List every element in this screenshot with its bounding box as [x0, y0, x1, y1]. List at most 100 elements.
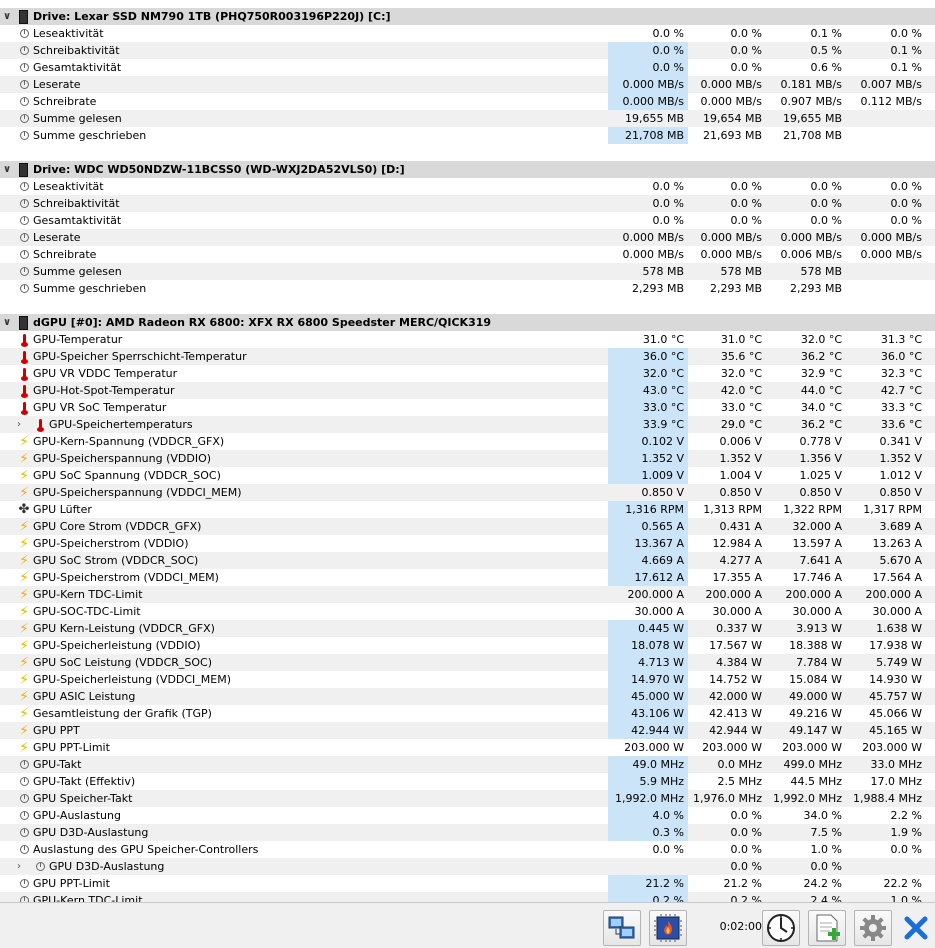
sensor-row[interactable]: ⚡ GPU Kern-Leistung (VDDCR_GFX) 0.445 W 0.3… [0, 620, 935, 637]
expand-chevron-icon[interactable]: › [17, 416, 27, 433]
sensor-row[interactable]: ⚡ GPU ASIC Leistung 45.000 W 42.000 W 49.000… [0, 688, 935, 705]
max-value: 0.778 V [799, 435, 842, 448]
sensor-row[interactable]: Gesamtaktivität 0.0 % 0.0 % 0.0 % 0.0 % [0, 212, 935, 229]
collapse-chevron-icon[interactable]: ∨ [3, 161, 13, 178]
min-value: 35.6 °C [720, 350, 762, 363]
average-value: 0.341 V [879, 435, 922, 448]
sensor-clock-icon [17, 128, 31, 143]
sensor-row[interactable]: ⚡ GPU Core Strom (VDDCR_GFX) 0.565 A 0.431 … [0, 518, 935, 535]
sensor-clock-icon [17, 774, 31, 789]
section-header[interactable]: ∨ Drive: WDC WD50NDZW-11BCSS0 (WD-WXJ2DA5… [0, 161, 935, 178]
collapse-chevron-icon[interactable]: ∨ [3, 314, 13, 331]
sensor-row[interactable]: ⚡ GPU-Speicherspannung (VDDIO) 1.352 V 1.35… [0, 450, 935, 467]
expand-chevron-icon[interactable]: › [17, 858, 27, 875]
sensor-label: GPU-Takt [33, 758, 82, 771]
sensor-row[interactable]: Schreibaktivität 0.0 % 0.0 % 0.0 % 0.0 % [0, 195, 935, 212]
close-icon[interactable] [898, 910, 934, 946]
section-header[interactable]: ∨ Drive: Lexar SSD NM790 1TB (PHQ750R0031… [0, 8, 935, 25]
sensor-row[interactable]: Leseaktivität 0.0 % 0.0 % 0.0 % 0.0 % [0, 178, 935, 195]
max-value: 2,293 MB [789, 282, 842, 295]
sensor-row[interactable]: ⚡ GPU-Speicherspannung (VDDCI_MEM) 0.850 V… [0, 484, 935, 501]
min-value: 0.0 % [730, 809, 762, 822]
section-header[interactable]: ∨ dGPU [#0]: AMD Radeon RX 6800: XFX RX 6… [0, 314, 935, 331]
average-value: 0.112 MB/s [860, 95, 922, 108]
sensor-row[interactable]: ⚡ GPU-Kern-Spannung (VDDCR_GFX) 0.102 V 0.0… [0, 433, 935, 450]
current-value: 0.0 % [652, 843, 684, 856]
sensor-row[interactable]: ⚡ GPU SoC Leistung (VDDCR_SOC) 4.713 W 4.38… [0, 654, 935, 671]
current-value: 0.850 V [641, 486, 684, 499]
sensor-label: Gesamtaktivität [33, 61, 122, 74]
drive-icon [16, 162, 30, 177]
current-value: 0.0 % [652, 27, 684, 40]
sensor-row[interactable]: GPU VR VDDC Temperatur 32.0 °C 32.0 °C 32.9… [0, 365, 935, 382]
sensor-row[interactable]: GPU-Takt 49.0 MHz 0.0 MHz 499.0 MHz 33.0 MHz [0, 756, 935, 773]
sensor-grid[interactable]: ∨ Drive: Lexar SSD NM790 1TB (PHQ750R0031… [0, 8, 935, 902]
clock-icon[interactable] [762, 910, 800, 946]
sensor-row[interactable]: GPU-Kern TDC-Limit 0.2 % 0.2 % 2.4 % 1.0 % [0, 892, 935, 902]
sensor-label: GPU Lüfter [33, 503, 92, 516]
sensor-row[interactable]: GPU VR SoC Temperatur 33.0 °C 33.0 °C 34.0 … [0, 399, 935, 416]
sensor-row[interactable]: ⚡ Gesamtleistung der Grafik (TGP) 43.106 W… [0, 705, 935, 722]
max-value: 0.0 % [810, 214, 842, 227]
min-value: 30.000 A [712, 605, 762, 618]
sensor-row[interactable]: ✤ GPU Lüfter 1,316 RPM 1,313 RPM 1,322 RPM 1,… [0, 501, 935, 518]
sensor-row[interactable]: Auslastung des GPU Speicher-Controllers 0… [0, 841, 935, 858]
sensor-row[interactable]: GPU-Temperatur 31.0 °C 31.0 °C 32.0 °C 31.3 … [0, 331, 935, 348]
sensor-row[interactable]: Gesamtaktivität 0.0 % 0.0 % 0.6 % 0.1 % [0, 59, 935, 76]
sensor-row[interactable]: Schreibrate 0.000 MB/s 0.000 MB/s 0.907 MB/… [0, 93, 935, 110]
sensor-row[interactable]: ⚡ GPU PPT-Limit 203.000 W 203.000 W 203.000 … [0, 739, 935, 756]
sensor-label: Summe geschrieben [33, 129, 147, 142]
average-value: 1.352 V [879, 452, 922, 465]
current-value: 45.000 W [608, 688, 688, 705]
sensor-row[interactable]: ⚡ GPU-Speicherleistung (VDDCI_MEM) 14.970 … [0, 671, 935, 688]
sensor-row[interactable]: ⚡ GPU-Kern TDC-Limit 200.000 A 200.000 A 200… [0, 586, 935, 603]
sensor-clock-icon [17, 213, 31, 228]
sensor-row[interactable]: ⚡ GPU-SOC-TDC-Limit 30.000 A 30.000 A 30.000… [0, 603, 935, 620]
sensor-row[interactable]: Schreibaktivität 0.0 % 0.0 % 0.5 % 0.1 % [0, 42, 935, 59]
network-icon[interactable] [603, 910, 641, 946]
sensor-row[interactable]: ⚡ GPU-Speicherleistung (VDDIO) 18.078 W 17.… [0, 637, 935, 654]
max-value: 34.0 % [803, 809, 842, 822]
cpu-flame-icon[interactable] [649, 910, 687, 946]
sensor-row[interactable]: Summe geschrieben 2,293 MB 2,293 MB 2,293 M… [0, 280, 935, 297]
max-value: 3.913 W [796, 622, 842, 635]
sensor-row[interactable]: Summe gelesen 578 MB 578 MB 578 MB [0, 263, 935, 280]
min-value: 21,693 MB [702, 129, 762, 142]
current-value: 1,316 RPM [608, 501, 688, 518]
sensor-row[interactable]: GPU-Auslastung 4.0 % 0.0 % 34.0 % 2.2 % [0, 807, 935, 824]
sensor-row[interactable]: ⚡ GPU-Speicherstrom (VDDIO) 13.367 A 12.984… [0, 535, 935, 552]
sensor-row[interactable]: › GPU D3D-Auslastung 0.0 % 0.0 % [0, 858, 935, 875]
sensor-row[interactable]: ⚡ GPU SoC Spannung (VDDCR_SOC) 1.009 V 1.00… [0, 467, 935, 484]
current-value: 200.000 A [627, 588, 684, 601]
average-value [846, 858, 926, 875]
lightning-icon: ⚡ [19, 450, 29, 467]
sensor-label: GPU-Takt (Effektiv) [33, 775, 136, 788]
sensor-row[interactable]: GPU PPT-Limit 21.2 % 21.2 % 24.2 % 22.2 % [0, 875, 935, 892]
sensor-row[interactable]: GPU-Hot-Spot-Temperatur 43.0 °C 42.0 °C 44.… [0, 382, 935, 399]
sensor-row[interactable]: Leserate 0.000 MB/s 0.000 MB/s 0.181 MB/s 0.… [0, 76, 935, 93]
collapse-chevron-icon[interactable]: ∨ [3, 8, 13, 25]
sensor-row[interactable]: ⚡ GPU SoC Strom (VDDCR_SOC) 4.669 A 4.277 A… [0, 552, 935, 569]
sensor-row[interactable]: GPU D3D-Auslastung 0.3 % 0.0 % 7.5 % 1.9 % [0, 824, 935, 841]
settings-icon[interactable] [854, 910, 892, 946]
sensor-row[interactable]: Summe geschrieben 21,708 MB 21,693 MB 21,70… [0, 127, 935, 144]
max-value: 1,322 RPM [783, 503, 842, 516]
average-value: 2.2 % [890, 809, 922, 822]
sensor-row[interactable]: Schreibrate 0.000 MB/s 0.000 MB/s 0.006 MB/… [0, 246, 935, 263]
average-value: 17.938 W [869, 639, 922, 652]
add-report-icon[interactable] [808, 910, 846, 946]
max-value: 19,655 MB [782, 112, 842, 125]
sensor-row[interactable]: Leserate 0.000 MB/s 0.000 MB/s 0.000 MB/s 0.… [0, 229, 935, 246]
sensor-row[interactable]: Leseaktivität 0.0 % 0.0 % 0.1 % 0.0 % [0, 25, 935, 42]
sensor-row[interactable]: ⚡ GPU PPT 42.944 W 42.944 W 49.147 W 45.165 W [0, 722, 935, 739]
average-value: 203.000 W [862, 741, 922, 754]
average-value: 45.757 W [869, 690, 922, 703]
sensor-row[interactable]: GPU Speicher-Takt 1,992.0 MHz 1,976.0 MHz 1… [0, 790, 935, 807]
average-value: 0.0 % [890, 197, 922, 210]
min-value: 14.752 W [709, 673, 762, 686]
sensor-row[interactable]: GPU-Speicher Sperrschicht-Temperatur 36.0… [0, 348, 935, 365]
sensor-row[interactable]: ⚡ GPU-Speicherstrom (VDDCI_MEM) 17.612 A 17… [0, 569, 935, 586]
sensor-row[interactable]: › GPU-Speichertemperaturs 33.9 °C 29.0 °C 36… [0, 416, 935, 433]
sensor-row[interactable]: Summe gelesen 19,655 MB 19,654 MB 19,655 MB [0, 110, 935, 127]
sensor-row[interactable]: GPU-Takt (Effektiv) 5.9 MHz 2.5 MHz 44.5 MH… [0, 773, 935, 790]
